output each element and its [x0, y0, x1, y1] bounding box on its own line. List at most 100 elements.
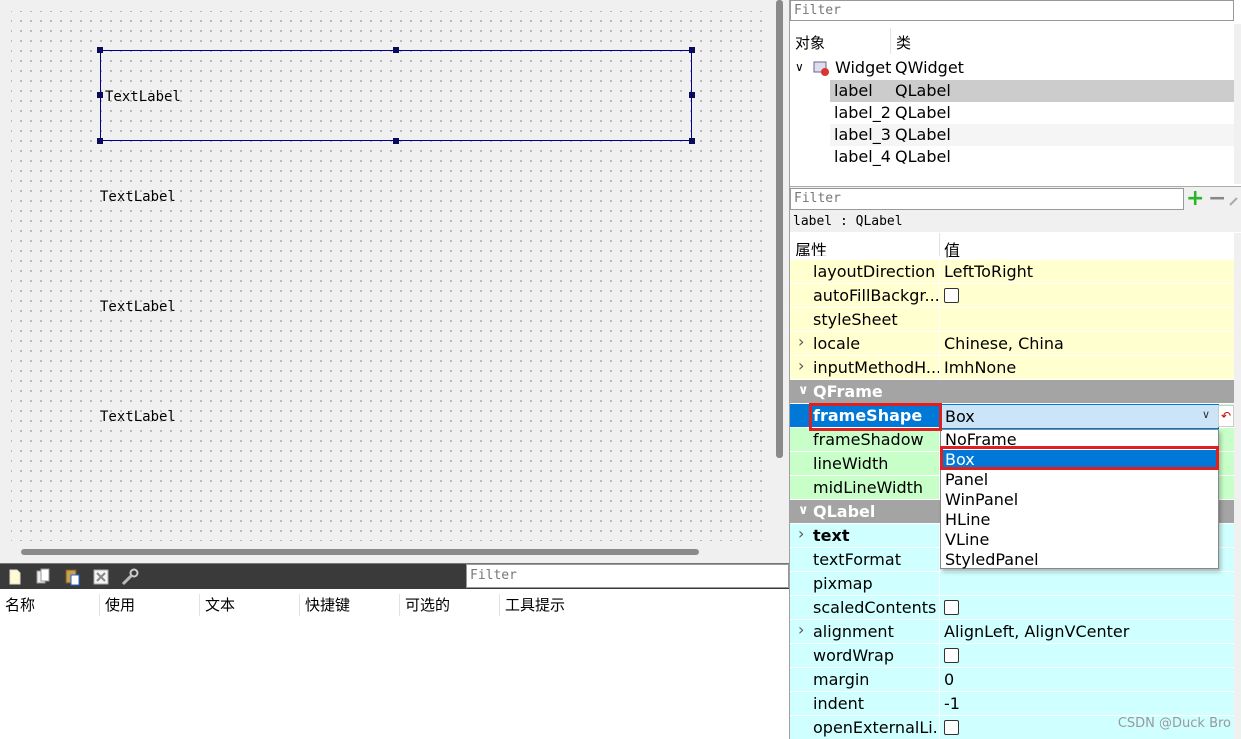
- text-label-3[interactable]: TextLabel: [100, 299, 176, 315]
- new-action-icon[interactable]: [6, 568, 24, 586]
- highlight-frame-shape-name: [809, 403, 942, 431]
- object-tree-scrollbar[interactable]: [1234, 24, 1241, 184]
- reset-property-button[interactable]: ↶: [1218, 405, 1234, 427]
- vertical-scrollbar[interactable]: [776, 0, 783, 458]
- object-name: label_3: [834, 125, 891, 144]
- form-editor-canvas[interactable]: TextLabel TextLabel TextLabel TextLabel: [0, 0, 789, 562]
- property-name: indent: [790, 692, 940, 715]
- checkbox[interactable]: [944, 720, 959, 735]
- dropdown-option-hline[interactable]: HLine: [941, 510, 1218, 530]
- object-class: QWidget: [895, 58, 964, 77]
- column-header-checkable[interactable]: 可选的: [400, 594, 500, 616]
- resize-handle[interactable]: [97, 138, 103, 144]
- column-header-name[interactable]: 名称: [0, 594, 100, 616]
- column-header-text[interactable]: 文本: [200, 594, 300, 616]
- property-value[interactable]: -1: [941, 692, 1234, 715]
- object-class: QLabel: [895, 81, 951, 100]
- object-inspector-tree[interactable]: 对象 类 ∨ Widget QWidget label QLabel label…: [790, 24, 1234, 184]
- paste-icon[interactable]: [63, 568, 81, 586]
- resize-handle[interactable]: [689, 47, 695, 53]
- dropdown-option-winpanel[interactable]: WinPanel: [941, 490, 1218, 510]
- text-label-4[interactable]: TextLabel: [100, 409, 176, 425]
- property-value[interactable]: [941, 596, 1234, 619]
- property-filter-input[interactable]: Filter: [790, 188, 1184, 210]
- configure-icon[interactable]: [1229, 192, 1241, 206]
- property-value[interactable]: ImhNone: [941, 356, 1234, 379]
- checkbox[interactable]: [944, 288, 959, 303]
- property-value[interactable]: LeftToRight: [941, 260, 1234, 283]
- property-table-scrollbar[interactable]: [1234, 233, 1241, 739]
- column-header-shortcut[interactable]: 快捷键: [300, 594, 400, 616]
- property-row-alignment[interactable]: › alignment AlignLeft, AlignVCenter: [790, 620, 1234, 644]
- property-value[interactable]: [941, 308, 1234, 331]
- object-name: label: [834, 81, 873, 100]
- property-row-scaledcontents[interactable]: scaledContents: [790, 596, 1234, 620]
- property-column-header[interactable]: 属性: [790, 233, 940, 256]
- property-value[interactable]: [941, 284, 1234, 307]
- property-row-locale[interactable]: › locale Chinese, China: [790, 332, 1234, 356]
- property-value[interactable]: [941, 644, 1234, 667]
- action-table[interactable]: 名称 使用 文本 快捷键 可选的 工具提示: [0, 589, 789, 739]
- header-divider: [890, 28, 891, 54]
- resize-handle[interactable]: [97, 47, 103, 53]
- delete-icon[interactable]: [92, 568, 110, 586]
- right-dock: Filter 对象 类 ∨ Widget QWidget label QLabe…: [789, 0, 1241, 739]
- copy-icon[interactable]: [34, 568, 52, 586]
- object-column-header[interactable]: 对象: [795, 32, 825, 53]
- selection-frame: [100, 50, 692, 141]
- resize-handle[interactable]: [97, 92, 103, 98]
- property-row-pixmap[interactable]: pixmap: [790, 572, 1234, 596]
- tree-row-label-3[interactable]: label_3 QLabel: [830, 124, 1234, 146]
- text-label-2[interactable]: TextLabel: [100, 189, 176, 205]
- object-name: label_4: [834, 147, 891, 166]
- resize-handle[interactable]: [393, 47, 399, 53]
- object-name: label_2: [834, 103, 891, 122]
- horizontal-scrollbar[interactable]: [21, 549, 699, 555]
- class-column-header[interactable]: 类: [896, 32, 911, 53]
- property-value[interactable]: [941, 572, 1234, 595]
- resize-handle[interactable]: [689, 138, 695, 144]
- remove-dynamic-property-button[interactable]: −: [1208, 186, 1226, 211]
- column-header-tooltip[interactable]: 工具提示: [500, 594, 620, 616]
- tree-row-label[interactable]: label QLabel: [830, 80, 1234, 102]
- chevron-down-icon[interactable]: ∨: [795, 60, 804, 74]
- highlight-box-option: [940, 446, 1219, 470]
- resize-handle[interactable]: [393, 138, 399, 144]
- tree-row-label-4[interactable]: label_4 QLabel: [830, 146, 1234, 168]
- property-value[interactable]: 0: [941, 668, 1234, 691]
- frame-shape-combobox[interactable]: Box ∨: [940, 404, 1219, 429]
- property-row-layoutdirection[interactable]: layoutDirection LeftToRight: [790, 260, 1234, 284]
- property-value[interactable]: AlignLeft, AlignVCenter: [941, 620, 1234, 643]
- property-name: inputMethodH...: [790, 356, 940, 379]
- configure-icon[interactable]: [121, 568, 139, 586]
- property-name: wordWrap: [790, 644, 940, 667]
- property-row-margin[interactable]: margin 0: [790, 668, 1234, 692]
- object-filter-input[interactable]: Filter: [790, 0, 1234, 21]
- property-group-label: QFrame: [813, 382, 883, 401]
- watermark: CSDN @Duck Bro: [1117, 716, 1231, 731]
- dropdown-option-panel[interactable]: Panel: [941, 470, 1218, 490]
- add-dynamic-property-button[interactable]: +: [1186, 186, 1204, 211]
- resize-handle[interactable]: [689, 92, 695, 98]
- property-row-stylesheet[interactable]: styleSheet: [790, 308, 1234, 332]
- action-filter-input[interactable]: Filter: [466, 564, 789, 588]
- dropdown-option-vline[interactable]: VLine: [941, 530, 1218, 550]
- property-value[interactable]: Chinese, China: [941, 332, 1234, 355]
- checkbox[interactable]: [944, 600, 959, 615]
- checkbox[interactable]: [944, 648, 959, 663]
- property-group-qframe[interactable]: ∨ QFrame: [790, 380, 1234, 404]
- dropdown-option-styledpanel[interactable]: StyledPanel: [941, 550, 1218, 570]
- property-row-indent[interactable]: indent -1: [790, 692, 1234, 716]
- tree-row-widget[interactable]: ∨ Widget QWidget: [790, 57, 1234, 79]
- column-header-used[interactable]: 使用: [100, 594, 200, 616]
- chevron-down-icon[interactable]: ∨: [1202, 408, 1210, 421]
- combobox-value: Box: [945, 407, 975, 426]
- property-row-wordwrap[interactable]: wordWrap: [790, 644, 1234, 668]
- property-row-autofillbackgr[interactable]: autoFillBackgr...: [790, 284, 1234, 308]
- value-column-header[interactable]: 值: [941, 233, 1234, 260]
- widget-icon: [813, 61, 829, 76]
- property-context-label: label : QLabel: [790, 212, 1241, 232]
- property-name: frameShadow: [790, 428, 940, 451]
- property-row-inputmethodh[interactable]: › inputMethodH... ImhNone: [790, 356, 1234, 380]
- tree-row-label-2[interactable]: label_2 QLabel: [830, 102, 1234, 124]
